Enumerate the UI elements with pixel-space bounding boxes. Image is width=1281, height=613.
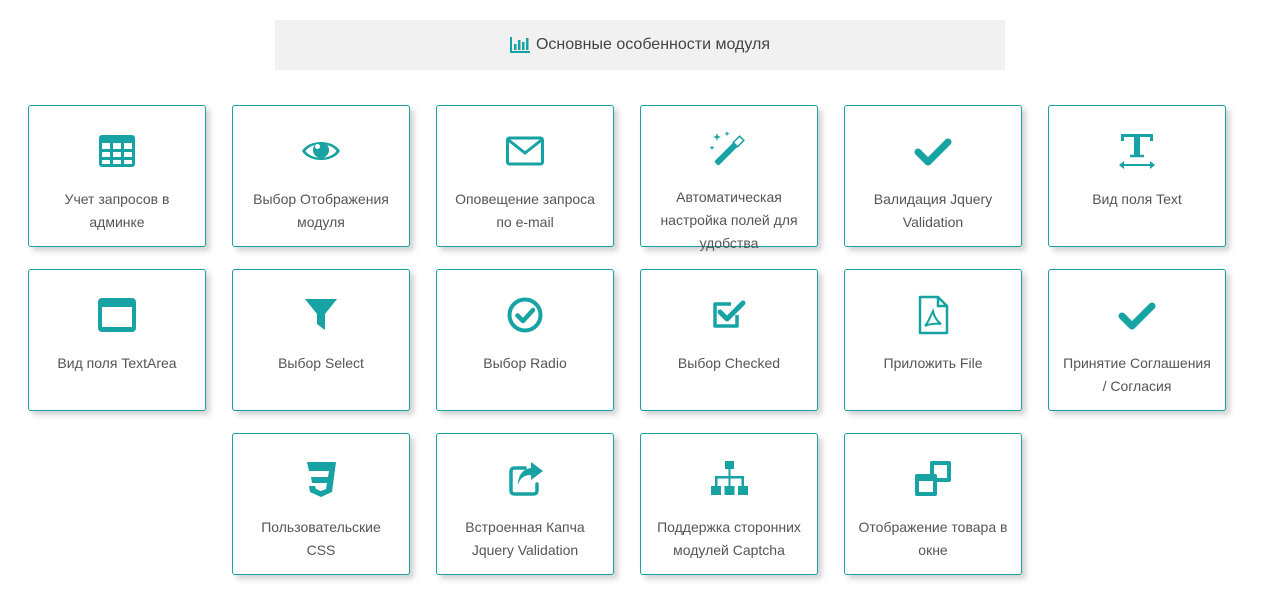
share-square-icon (504, 458, 546, 500)
feature-label: Встроенная Капча Jquery Validation (465, 519, 585, 558)
file-pdf-icon (912, 294, 954, 336)
feature-card: Вид поля TextArea (28, 269, 206, 411)
check-icon (1116, 294, 1158, 336)
section-header: Основные особенности модуля (275, 20, 1005, 70)
table-icon (96, 130, 138, 172)
feature-label: Автоматическая настройка полей для удобс… (660, 189, 798, 251)
check-square-icon (708, 294, 750, 336)
features-grid: Учет запросов в админке Выбор Отображени… (28, 105, 1228, 585)
feature-card: Оповещение запроса по e-mail (436, 105, 614, 247)
window-icon (96, 294, 138, 336)
magic-wand-icon (708, 130, 750, 170)
feature-card: Валидация Jquery Validation (844, 105, 1022, 247)
feature-label: Выбор Отображения модуля (253, 191, 389, 230)
text-height-icon (1116, 130, 1158, 172)
feature-label: Оповещение запроса по e-mail (455, 191, 595, 230)
feature-label: Отображение товара в окне (858, 519, 1008, 558)
css3-icon (300, 458, 342, 500)
feature-label: Вид поля TextArea (57, 355, 177, 371)
feature-label: Пользовательские CSS (261, 519, 381, 558)
feature-label: Выбор Select (278, 355, 364, 371)
section-title: Основные особенности модуля (535, 36, 771, 53)
feature-label: Принятие Соглашения / Согласия (1063, 355, 1211, 394)
feature-card: Встроенная Капча Jquery Validation (436, 433, 614, 575)
feature-card: Выбор Отображения модуля (232, 105, 410, 247)
envelope-icon (504, 130, 546, 172)
feature-label: Поддержка сторонних модулей Captcha (657, 519, 801, 558)
feature-card: Пользовательские CSS (232, 433, 410, 575)
sitemap-icon (708, 458, 750, 500)
filter-icon (300, 294, 342, 336)
bar-chart-icon (509, 37, 530, 53)
feature-card: Выбор Checked (640, 269, 818, 411)
clone-icon (912, 458, 954, 500)
feature-card: Отображение товара в окне (844, 433, 1022, 575)
feature-label: Приложить File (883, 355, 983, 371)
feature-card: Учет запросов в админке (28, 105, 206, 247)
feature-card: Вид поля Text (1048, 105, 1226, 247)
feature-label: Вид поля Text (1092, 191, 1182, 207)
eye-icon (300, 130, 342, 172)
feature-card: Выбор Radio (436, 269, 614, 411)
feature-label: Выбор Radio (483, 355, 567, 371)
feature-card: Принятие Соглашения / Согласия (1048, 269, 1226, 411)
feature-card: Выбор Select (232, 269, 410, 411)
feature-label: Валидация Jquery Validation (873, 191, 993, 230)
check-circle-icon (504, 294, 546, 336)
feature-card: Поддержка сторонних модулей Captcha (640, 433, 818, 575)
feature-label: Выбор Checked (677, 355, 781, 371)
feature-label: Учет запросов в админке (64, 191, 170, 230)
feature-card: Приложить File (844, 269, 1022, 411)
feature-card: Автоматическая настройка полей для удобс… (640, 105, 818, 251)
check-icon (912, 130, 954, 172)
